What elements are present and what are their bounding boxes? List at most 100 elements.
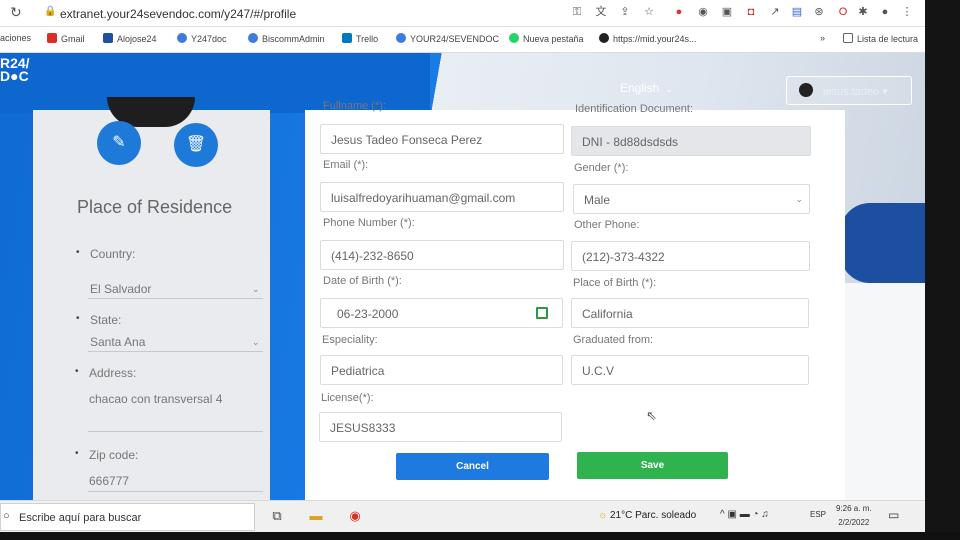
bookmark-item[interactable]: YOUR24/SEVENDOC bbox=[396, 33, 499, 44]
extension-icon[interactable]: ▤ bbox=[790, 5, 804, 19]
language-indicator[interactable]: ESP bbox=[810, 510, 826, 519]
trash-icon: 🗑 bbox=[185, 136, 207, 153]
address-label: Address: bbox=[75, 366, 136, 380]
extension-icon[interactable]: ▣ bbox=[720, 5, 734, 19]
taskbar-search[interactable]: ○ Escribe aquí para buscar bbox=[0, 503, 255, 531]
clock[interactable]: 9:26 a. m. 2/2/2022 bbox=[836, 502, 872, 530]
divider bbox=[88, 431, 263, 432]
share-icon[interactable]: ⇪ bbox=[618, 5, 632, 19]
bookmark-item[interactable]: Nueva pestaña bbox=[509, 33, 584, 44]
globe-icon bbox=[599, 33, 609, 43]
divider bbox=[88, 491, 263, 492]
gender-label: Gender (*): bbox=[574, 162, 629, 174]
bookmark-item[interactable]: Y247doc bbox=[177, 33, 227, 44]
file-explorer-icon[interactable]: ▬ bbox=[306, 507, 326, 525]
reload-icon[interactable]: ↻ bbox=[10, 4, 22, 21]
chevron-right-icon[interactable]: » bbox=[820, 33, 825, 43]
address-bar[interactable]: extranet.your24sevendoc.com/y247/#/profi… bbox=[60, 7, 296, 21]
key-icon[interactable]: ⚿ bbox=[570, 5, 584, 19]
globe-icon bbox=[396, 33, 406, 43]
section-title: Place of Residence bbox=[77, 197, 233, 217]
search-icon: ○ bbox=[3, 510, 10, 522]
doctor-image bbox=[845, 283, 925, 500]
trello-icon bbox=[342, 33, 352, 43]
dob-value: 06-23-2000 bbox=[337, 307, 399, 321]
phone-label: Phone Number (*): bbox=[323, 217, 415, 229]
gender-value: Male bbox=[584, 193, 611, 207]
notification-icon[interactable]: ▭ bbox=[888, 508, 899, 522]
profile-icon[interactable]: ● bbox=[878, 5, 892, 19]
extension-icon[interactable]: ↗ bbox=[768, 5, 782, 19]
address-input[interactable]: chacao con transversal 4 bbox=[89, 392, 222, 406]
country-select[interactable]: El Salvador bbox=[90, 282, 151, 296]
whatsapp-icon bbox=[509, 33, 519, 43]
weather-widget[interactable]: ☼ 21°C Parc. soleado bbox=[598, 510, 696, 521]
residence-card bbox=[33, 110, 270, 500]
email-input[interactable]: luisalfredoyarihuaman@gmail.com bbox=[320, 182, 564, 212]
gender-select[interactable]: Male ⌄ bbox=[573, 184, 810, 214]
browser-toolbar: ↻ 🔒 extranet.your24sevendoc.com/y247/#/p… bbox=[0, 0, 925, 27]
state-select[interactable]: Santa Ana bbox=[90, 335, 145, 349]
language-label: English bbox=[620, 81, 660, 95]
sun-icon: ☼ bbox=[598, 510, 608, 521]
translate-icon[interactable]: 文 bbox=[594, 5, 608, 19]
pob-input[interactable]: California bbox=[571, 298, 809, 328]
pob-label: Place of Birth (*): bbox=[573, 277, 657, 289]
graduated-label: Graduated from: bbox=[573, 334, 654, 346]
reading-list[interactable]: Lista de lectura bbox=[843, 33, 918, 44]
clock-time: 9:26 a. m. bbox=[836, 504, 872, 513]
dob-input[interactable]: 06-23-2000 bbox=[320, 298, 563, 328]
bookmark-item[interactable]: BiscommAdmin bbox=[248, 33, 325, 44]
globe-icon bbox=[177, 33, 187, 43]
bookmark-item[interactable]: Gmail bbox=[47, 33, 85, 44]
save-button[interactable]: Save bbox=[577, 452, 728, 479]
specialty-input[interactable]: Pediatrica bbox=[320, 355, 563, 385]
site-logo[interactable]: R24/ D●C bbox=[0, 56, 30, 84]
id-input: DNI - 8d88dsdsds bbox=[571, 126, 811, 156]
country-label: Country: bbox=[76, 247, 135, 261]
extension-icon[interactable]: ◉ bbox=[696, 5, 710, 19]
extension-icon[interactable]: ⊛ bbox=[812, 5, 826, 19]
phone-input[interactable]: (414)-232-8650 bbox=[320, 240, 564, 270]
chrome-icon[interactable]: ◉ bbox=[345, 507, 365, 525]
task-view-icon[interactable]: ⧉ bbox=[267, 507, 287, 525]
lock-icon[interactable]: 🔒 bbox=[44, 6, 56, 17]
puzzle-icon[interactable]: ✱ bbox=[856, 5, 870, 19]
monitor-bezel bbox=[0, 532, 960, 540]
weather-text: 21°C Parc. soleado bbox=[609, 510, 697, 521]
extension-icon[interactable]: ● bbox=[672, 5, 686, 19]
zip-input[interactable]: 666777 bbox=[89, 474, 129, 488]
chevron-down-icon: ⌄ bbox=[252, 284, 260, 294]
divider bbox=[88, 351, 263, 352]
bookmark-item[interactable]: https://mid.your24s... bbox=[599, 33, 697, 44]
graduated-input[interactable]: U.C.V bbox=[571, 355, 809, 385]
dob-label: Date of Birth (*): bbox=[323, 275, 402, 287]
bookmark-item[interactable]: Alojose24 bbox=[103, 33, 157, 44]
user-menu-button[interactable]: jesus.tadeo ▾ bbox=[786, 76, 912, 105]
zip-label: Zip code: bbox=[75, 448, 138, 462]
bookmark-item[interactable]: aciones bbox=[0, 33, 31, 43]
delete-photo-button[interactable]: 🗑 bbox=[174, 123, 218, 167]
fullname-input[interactable]: Jesus Tadeo Fonseca Perez bbox=[320, 124, 564, 154]
id-label: Identification Document: bbox=[575, 103, 694, 115]
license-input[interactable]: JESUS8333 bbox=[319, 412, 562, 442]
logo-text: D●C bbox=[0, 68, 29, 84]
extension-icon[interactable]: ◘ bbox=[744, 5, 758, 19]
edit-photo-button[interactable]: ✎ bbox=[97, 121, 141, 165]
chevron-down-icon: ⌄ bbox=[665, 84, 673, 94]
system-tray[interactable]: ^ ▣ ▬ ◔ ♫ bbox=[720, 509, 769, 520]
monitor-bezel bbox=[925, 0, 960, 540]
cancel-button[interactable]: Cancel bbox=[396, 453, 549, 480]
calendar-icon[interactable] bbox=[536, 307, 548, 319]
globe-icon bbox=[248, 33, 258, 43]
language-selector[interactable]: English ⌄ bbox=[620, 81, 673, 95]
other-phone-input[interactable]: (212)-373-4322 bbox=[571, 241, 810, 271]
monitor-screen: ↻ 🔒 extranet.your24sevendoc.com/y247/#/p… bbox=[0, 0, 925, 532]
bookmark-icon bbox=[103, 33, 113, 43]
opera-icon[interactable]: O bbox=[836, 5, 850, 19]
reading-list-icon bbox=[843, 33, 853, 43]
star-icon[interactable]: ☆ bbox=[642, 5, 656, 19]
fullname-label: Fullname (*): bbox=[323, 100, 386, 112]
menu-icon[interactable]: ⋮ bbox=[900, 5, 914, 19]
bookmark-item[interactable]: Trello bbox=[342, 33, 378, 44]
